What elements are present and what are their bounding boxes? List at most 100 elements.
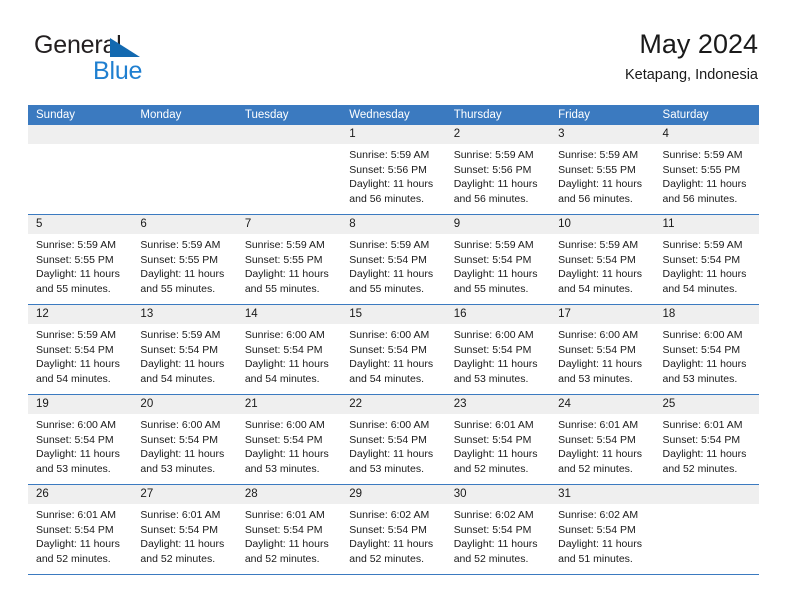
weekday-thursday: Thursday [453,109,502,121]
daylight-text-line1: Daylight: 11 hours [36,268,120,281]
daylight-text-line2: and 54 minutes. [244,372,320,385]
day-details: Sunrise: 6:00 AM Sunset: 5:54 PM Daylight:… [550,324,654,386]
daylight-text-line2: and 54 minutes. [349,372,424,385]
day-number-band: 12 [28,305,133,324]
day-details: Sunrise: 6:01 AM Sunset: 5:54 PM Daylight:… [446,414,550,476]
calendar-day-cell[interactable]: 28 Sunrise: 6:01 AM Sunset: 5:54 PM Dayligh… [236,485,342,574]
page-header: General Blue May 2024 Ketapang, Indonesi… [34,28,758,98]
calendar-day-cell[interactable]: 14 Sunrise: 6:00 AM Sunset: 5:54 PM Dayligh… [236,305,342,394]
sunrise-text: Sunrise: 5:59 AM [36,329,116,341]
sunrise-text: Sunrise: 6:01 AM [662,419,743,431]
day-details: Sunrise: 6:00 AM Sunset: 5:54 PM Daylight:… [655,324,759,386]
sunrise-text: Sunrise: 6:01 AM [244,509,325,521]
weekday-header-row: Sunday Monday Tuesday Wednesday Thursday… [28,105,759,125]
calendar-day-cell[interactable]: 2 Sunrise: 5:59 AM Sunset: 5:56 PM Daylight… [445,125,551,214]
calendar-day-cell[interactable]: 1 Sunrise: 5:59 AM Sunset: 5:56 PM Daylight… [341,125,446,214]
calendar-day-cell[interactable]: 26 Sunrise: 6:01 AM Sunset: 5:54 PM Dayligh… [28,485,133,574]
sunrise-text: Sunrise: 5:59 AM [349,149,430,161]
day-number-band [132,125,237,144]
day-number-band [28,125,133,144]
calendar-day-cell[interactable]: 22 Sunrise: 6:00 AM Sunset: 5:54 PM Dayligh… [341,395,446,484]
day-details: Sunrise: 5:59 AM Sunset: 5:54 PM Daylight:… [132,324,236,386]
calendar-week-row: 5 Sunrise: 5:59 AM Sunset: 5:55 PM Daylight… [28,215,759,305]
calendar-day-cell[interactable]: 16 Sunrise: 6:00 AM Sunset: 5:54 PM Dayligh… [445,305,551,394]
day-number: 28 [244,488,258,500]
calendar-day-cell[interactable]: 31 Sunrise: 6:02 AM Sunset: 5:54 PM Dayligh… [550,485,655,574]
weekday-monday: Monday [140,109,182,121]
calendar-day-cell[interactable]: 13 Sunrise: 5:59 AM Sunset: 5:54 PM Dayligh… [132,305,237,394]
daylight-text-line1: Daylight: 11 hours [140,268,225,281]
calendar-day-cell[interactable]: 29 Sunrise: 6:02 AM Sunset: 5:54 PM Dayligh… [341,485,446,574]
daylight-text-line1: Daylight: 11 hours [558,448,642,461]
daylight-text-line1: Daylight: 11 hours [453,268,538,281]
day-number-band: 19 [28,395,133,414]
daylight-text-line2: and 53 minutes. [453,372,529,385]
day-details: Sunrise: 6:02 AM Sunset: 5:54 PM Daylight:… [341,504,445,566]
calendar-day-cell[interactable]: 23 Sunrise: 6:01 AM Sunset: 5:54 PM Dayligh… [445,395,551,484]
daylight-text-line2: and 56 minutes. [453,192,529,205]
day-details: Sunrise: 5:59 AM Sunset: 5:55 PM Daylight:… [550,144,654,206]
calendar-week-row: 12 Sunrise: 5:59 AM Sunset: 5:54 PM Dayligh… [28,305,759,395]
sunset-text: Sunset: 5:55 PM [140,253,219,266]
weekday-wednesday: Wednesday [349,109,410,121]
day-number: 16 [453,308,467,320]
calendar-day-cell[interactable]: 20 Sunrise: 6:00 AM Sunset: 5:54 PM Dayligh… [132,395,237,484]
day-number-band: 22 [341,395,446,414]
daylight-text-line2: and 52 minutes. [36,552,111,565]
sunrise-text: Sunrise: 5:59 AM [453,239,534,251]
day-number-band: 29 [341,485,446,504]
calendar-day-cell[interactable]: 30 Sunrise: 6:02 AM Sunset: 5:54 PM Dayligh… [445,485,551,574]
sunset-text: Sunset: 5:55 PM [558,163,636,176]
calendar-day-cell[interactable]: 8 Sunrise: 5:59 AM Sunset: 5:54 PM Daylight… [341,215,446,304]
sunrise-text: Sunrise: 6:01 AM [558,419,639,431]
calendar-day-cell[interactable]: 3 Sunrise: 5:59 AM Sunset: 5:55 PM Daylight… [550,125,655,214]
calendar-day-cell[interactable]: 7 Sunrise: 5:59 AM Sunset: 5:55 PM Daylight… [236,215,342,304]
calendar-day-cell[interactable]: 10 Sunrise: 5:59 AM Sunset: 5:54 PM Dayligh… [550,215,655,304]
day-number: 17 [558,308,571,320]
calendar-day-cell[interactable]: 11 Sunrise: 5:59 AM Sunset: 5:54 PM Dayligh… [654,215,759,304]
day-number-band: 15 [341,305,446,324]
day-details: Sunrise: 6:01 AM Sunset: 5:54 PM Daylight:… [237,504,341,566]
daylight-text-line2: and 55 minutes. [349,282,424,295]
day-number: 3 [558,128,565,140]
calendar-day-cell[interactable]: 27 Sunrise: 6:01 AM Sunset: 5:54 PM Dayligh… [132,485,237,574]
calendar-day-cell[interactable]: 24 Sunrise: 6:01 AM Sunset: 5:54 PM Dayligh… [550,395,655,484]
daylight-text-line1: Daylight: 11 hours [349,358,434,371]
day-details: Sunrise: 6:00 AM Sunset: 5:54 PM Daylight:… [341,414,445,476]
day-number: 5 [36,218,43,230]
page-title: May 2024 [639,29,758,59]
calendar-day-cell[interactable]: 19 Sunrise: 6:00 AM Sunset: 5:54 PM Dayligh… [28,395,133,484]
day-number-band: 24 [550,395,655,414]
daylight-text-line2: and 53 minutes. [36,462,111,475]
day-details: Sunrise: 6:00 AM Sunset: 5:54 PM Daylight:… [132,414,236,476]
sunset-text: Sunset: 5:54 PM [244,433,323,446]
calendar-day-cell[interactable]: 17 Sunrise: 6:00 AM Sunset: 5:54 PM Dayligh… [550,305,655,394]
day-number-band: 5 [28,215,133,234]
sunrise-text: Sunrise: 5:59 AM [558,239,639,251]
day-number-band: 7 [236,215,342,234]
daylight-text-line1: Daylight: 11 hours [244,268,329,281]
calendar-day-cell[interactable]: 15 Sunrise: 6:00 AM Sunset: 5:54 PM Dayligh… [341,305,446,394]
day-number: 24 [558,398,571,410]
calendar-day-cell[interactable]: 25 Sunrise: 6:01 AM Sunset: 5:54 PM Dayligh… [654,395,759,484]
sunset-text: Sunset: 5:54 PM [558,433,636,446]
day-details: Sunrise: 5:59 AM Sunset: 5:54 PM Daylight:… [446,234,550,296]
daylight-text-line2: and 54 minutes. [140,372,216,385]
sunrise-text: Sunrise: 6:02 AM [558,509,639,521]
daylight-text-line1: Daylight: 11 hours [453,358,538,371]
day-number: 20 [140,398,154,410]
sunrise-text: Sunrise: 5:59 AM [140,239,221,251]
sunrise-text: Sunrise: 6:00 AM [349,329,430,341]
sunset-text: Sunset: 5:54 PM [662,343,741,356]
daylight-text-line1: Daylight: 11 hours [244,538,329,551]
sunrise-text: Sunrise: 6:00 AM [662,329,743,341]
calendar-day-cell[interactable]: 12 Sunrise: 5:59 AM Sunset: 5:54 PM Dayligh… [28,305,133,394]
calendar-day-cell[interactable]: 5 Sunrise: 5:59 AM Sunset: 5:55 PM Daylight… [28,215,133,304]
calendar-day-cell[interactable]: 18 Sunrise: 6:00 AM Sunset: 5:54 PM Dayligh… [654,305,759,394]
calendar-day-cell[interactable]: 9 Sunrise: 5:59 AM Sunset: 5:54 PM Daylight… [445,215,551,304]
day-number-band: 6 [132,215,237,234]
day-details: Sunrise: 5:59 AM Sunset: 5:55 PM Daylight:… [132,234,236,296]
calendar-day-cell[interactable]: 21 Sunrise: 6:00 AM Sunset: 5:54 PM Dayligh… [236,395,342,484]
calendar-day-cell[interactable]: 4 Sunrise: 5:59 AM Sunset: 5:55 PM Daylight… [654,125,759,214]
calendar-day-cell[interactable]: 6 Sunrise: 5:59 AM Sunset: 5:55 PM Daylight… [132,215,237,304]
